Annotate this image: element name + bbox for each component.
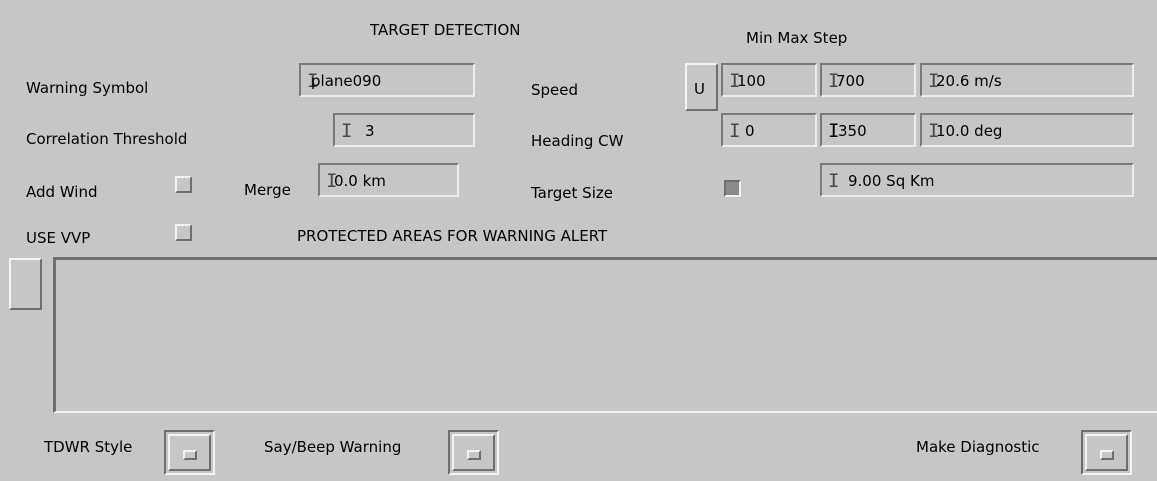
protected-areas-scroll-handle[interactable] xyxy=(9,258,42,310)
heading-max-value: 350 xyxy=(838,122,867,140)
text-cursor-icon: I xyxy=(729,120,741,142)
make-diagnostic-label: Make Diagnostic xyxy=(916,438,1040,456)
use-vvp-checkbox[interactable] xyxy=(175,224,192,241)
text-cursor-icon: I xyxy=(341,120,353,142)
speed-max-value: 700 xyxy=(836,72,865,90)
make-diagnostic-indicator xyxy=(1099,449,1114,460)
speed-step-field[interactable]: I 20.6 m/s xyxy=(920,63,1134,97)
target-size-label: Target Size xyxy=(531,184,613,202)
correlation-threshold-value: 3 xyxy=(365,122,375,140)
speed-label: Speed xyxy=(531,81,579,99)
text-cursor-icon: I xyxy=(828,170,840,192)
protected-areas-list[interactable] xyxy=(53,257,1157,413)
say-beep-warning-label: Say/Beep Warning xyxy=(264,438,402,456)
speed-max-field[interactable]: I 700 xyxy=(820,63,916,97)
add-wind-checkbox[interactable] xyxy=(175,176,192,193)
correlation-threshold-label: Correlation Threshold xyxy=(26,130,188,148)
target-detection-header: TARGET DETECTION xyxy=(370,21,521,39)
min-max-step-header: Min Max Step xyxy=(746,29,848,47)
warning-symbol-label: Warning Symbol xyxy=(26,79,149,97)
warning-symbol-field[interactable]: I plane090 xyxy=(299,63,475,97)
heading-step-field[interactable]: I 10.0 deg xyxy=(920,113,1134,147)
speed-unit-label: U xyxy=(694,80,705,98)
make-diagnostic-toggle[interactable] xyxy=(1081,430,1132,475)
use-vvp-label: USE VVP xyxy=(26,229,91,247)
warning-symbol-value: plane090 xyxy=(311,72,382,90)
protected-areas-header: PROTECTED AREAS FOR WARNING ALERT xyxy=(297,227,608,245)
speed-unit-button[interactable]: U xyxy=(685,63,718,111)
speed-min-field[interactable]: I 100 xyxy=(721,63,817,97)
speed-min-value: 100 xyxy=(737,72,766,90)
tdwr-style-indicator xyxy=(182,449,197,460)
correlation-threshold-field[interactable]: I 3 xyxy=(333,113,475,147)
target-size-checkbox[interactable] xyxy=(724,180,741,197)
speed-step-value: 20.6 m/s xyxy=(936,72,1002,90)
heading-cw-label: Heading CW xyxy=(531,132,624,150)
say-beep-warning-indicator xyxy=(466,449,481,460)
heading-min-field[interactable]: I 0 xyxy=(721,113,817,147)
heading-max-field[interactable]: I 350 xyxy=(820,113,916,147)
tdwr-style-label: TDWR Style xyxy=(44,438,133,456)
add-wind-label: Add Wind xyxy=(26,183,98,201)
target-size-value: 9.00 Sq Km xyxy=(848,172,935,190)
heading-step-value: 10.0 deg xyxy=(936,122,1003,140)
say-beep-warning-toggle[interactable] xyxy=(448,430,499,475)
merge-field[interactable]: I 0.0 km xyxy=(318,163,459,197)
merge-label: Merge xyxy=(244,181,291,199)
heading-min-value: 0 xyxy=(745,122,755,140)
merge-value: 0.0 km xyxy=(334,172,386,190)
target-size-field[interactable]: I 9.00 Sq Km xyxy=(820,163,1134,197)
tdwr-style-toggle[interactable] xyxy=(164,430,215,475)
